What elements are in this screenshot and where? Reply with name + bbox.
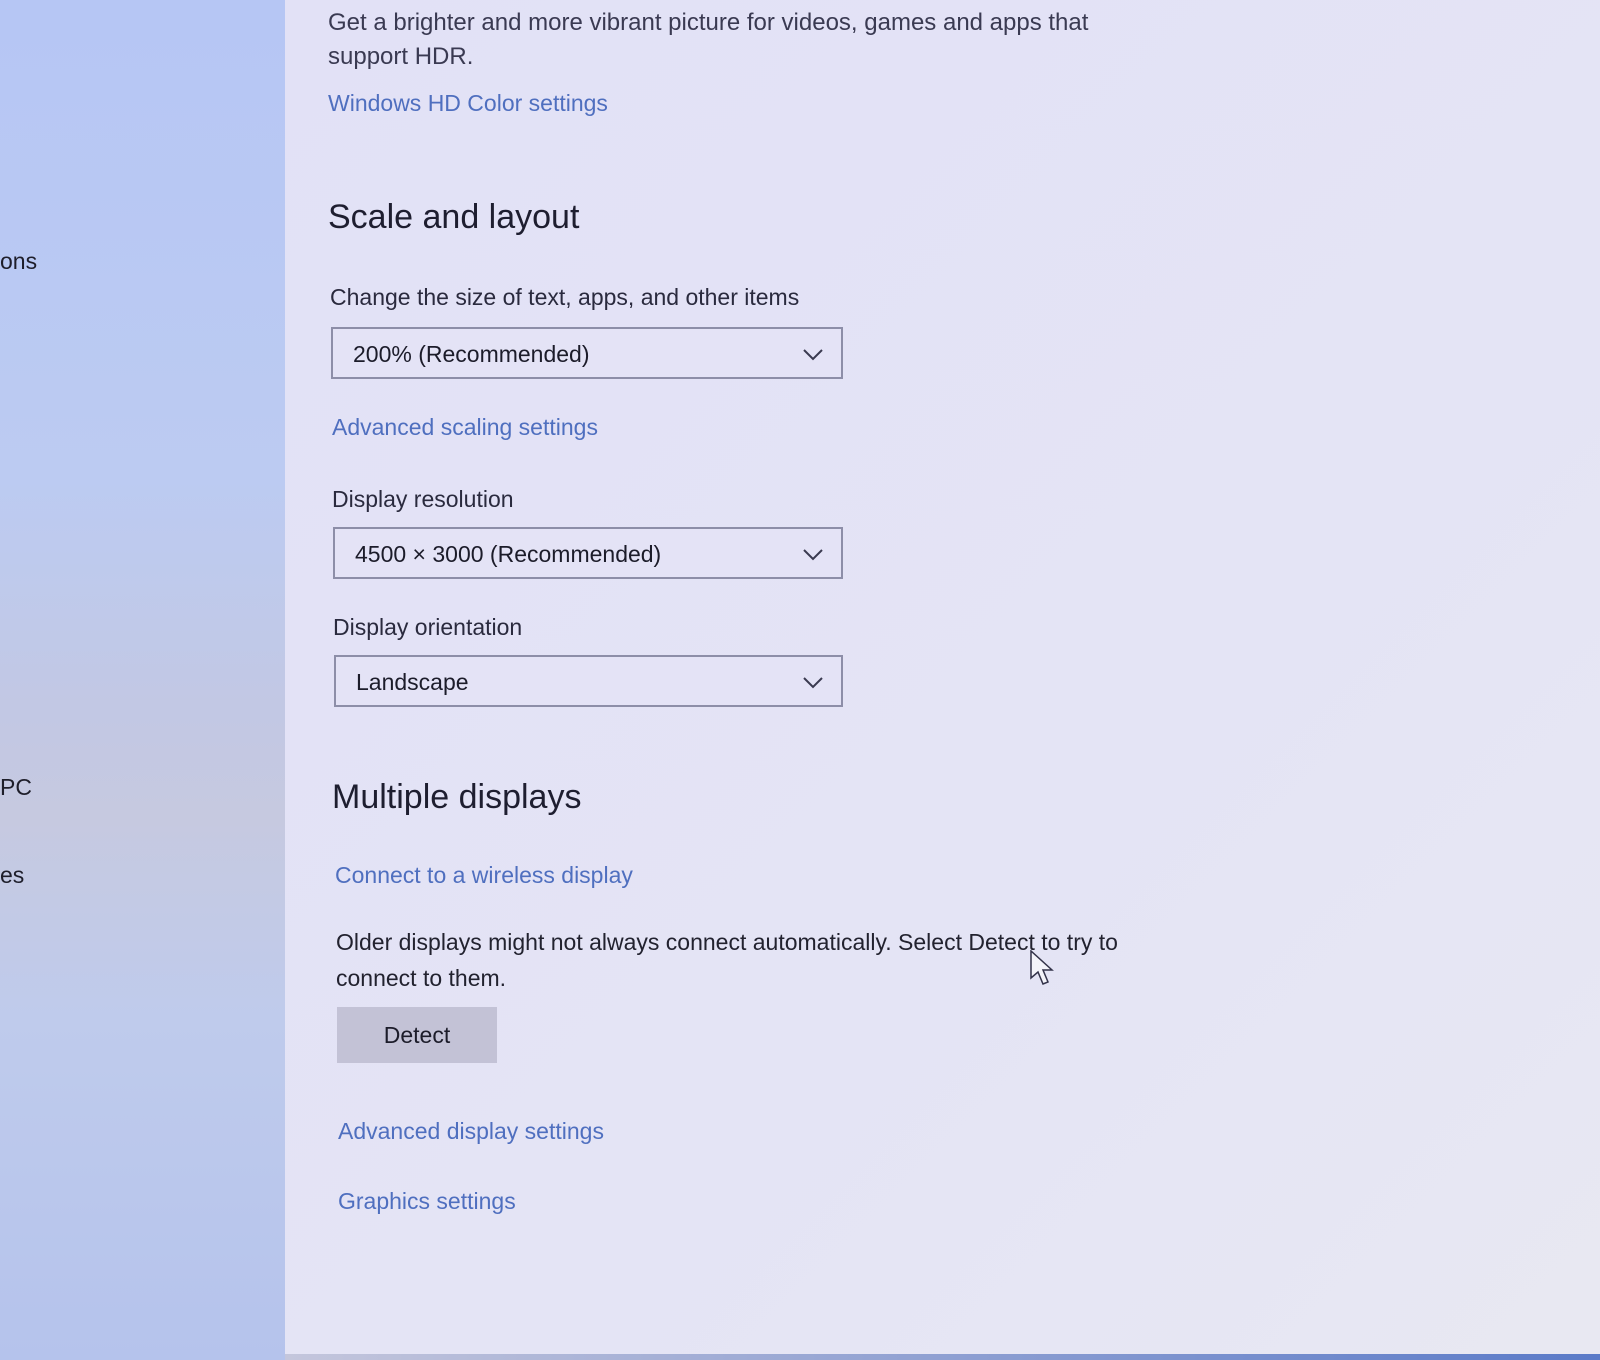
chevron-down-icon	[803, 677, 823, 689]
detect-button[interactable]: Detect	[337, 1007, 497, 1063]
hdr-description: Get a brighter and more vibrant picture …	[328, 9, 1089, 70]
advanced-scaling-link[interactable]: Advanced scaling settings	[332, 414, 598, 441]
resolution-label: Display resolution	[332, 486, 514, 512]
mouse-cursor-icon	[1030, 950, 1054, 985]
sidebar-item-2[interactable]: PC	[0, 774, 32, 801]
sidebar-item-3[interactable]: es	[0, 862, 24, 889]
orientation-value: Landscape	[356, 669, 469, 695]
size-label: Change the size of text, apps, and other…	[330, 284, 800, 310]
graphics-settings-link[interactable]: Graphics settings	[338, 1188, 516, 1215]
chevron-down-icon	[803, 349, 823, 361]
settings-main: Get a brighter and more vibrant picture …	[285, 0, 1600, 1360]
taskbar-edge	[285, 1354, 1600, 1360]
multiple-description: Older displays might not always connect …	[336, 929, 1118, 991]
sidebar-item-1[interactable]: ons	[0, 248, 37, 275]
scale-value: 200% (Recommended)	[353, 341, 590, 367]
resolution-dropdown[interactable]: 4500 × 3000 (Recommended)	[333, 527, 843, 579]
resolution-value: 4500 × 3000 (Recommended)	[355, 541, 662, 567]
chevron-down-icon	[803, 549, 823, 561]
multiple-displays-heading: Multiple displays	[332, 778, 582, 816]
wireless-display-link[interactable]: Connect to a wireless display	[335, 862, 633, 889]
sidebar: ons PC es	[0, 0, 285, 1360]
scale-dropdown[interactable]: 200% (Recommended)	[331, 327, 843, 379]
hd-color-settings-link[interactable]: Windows HD Color settings	[328, 90, 608, 117]
scale-layout-heading: Scale and layout	[328, 198, 580, 236]
advanced-display-settings-link[interactable]: Advanced display settings	[338, 1118, 604, 1145]
orientation-dropdown[interactable]: Landscape	[334, 655, 843, 707]
orientation-label: Display orientation	[333, 614, 523, 640]
